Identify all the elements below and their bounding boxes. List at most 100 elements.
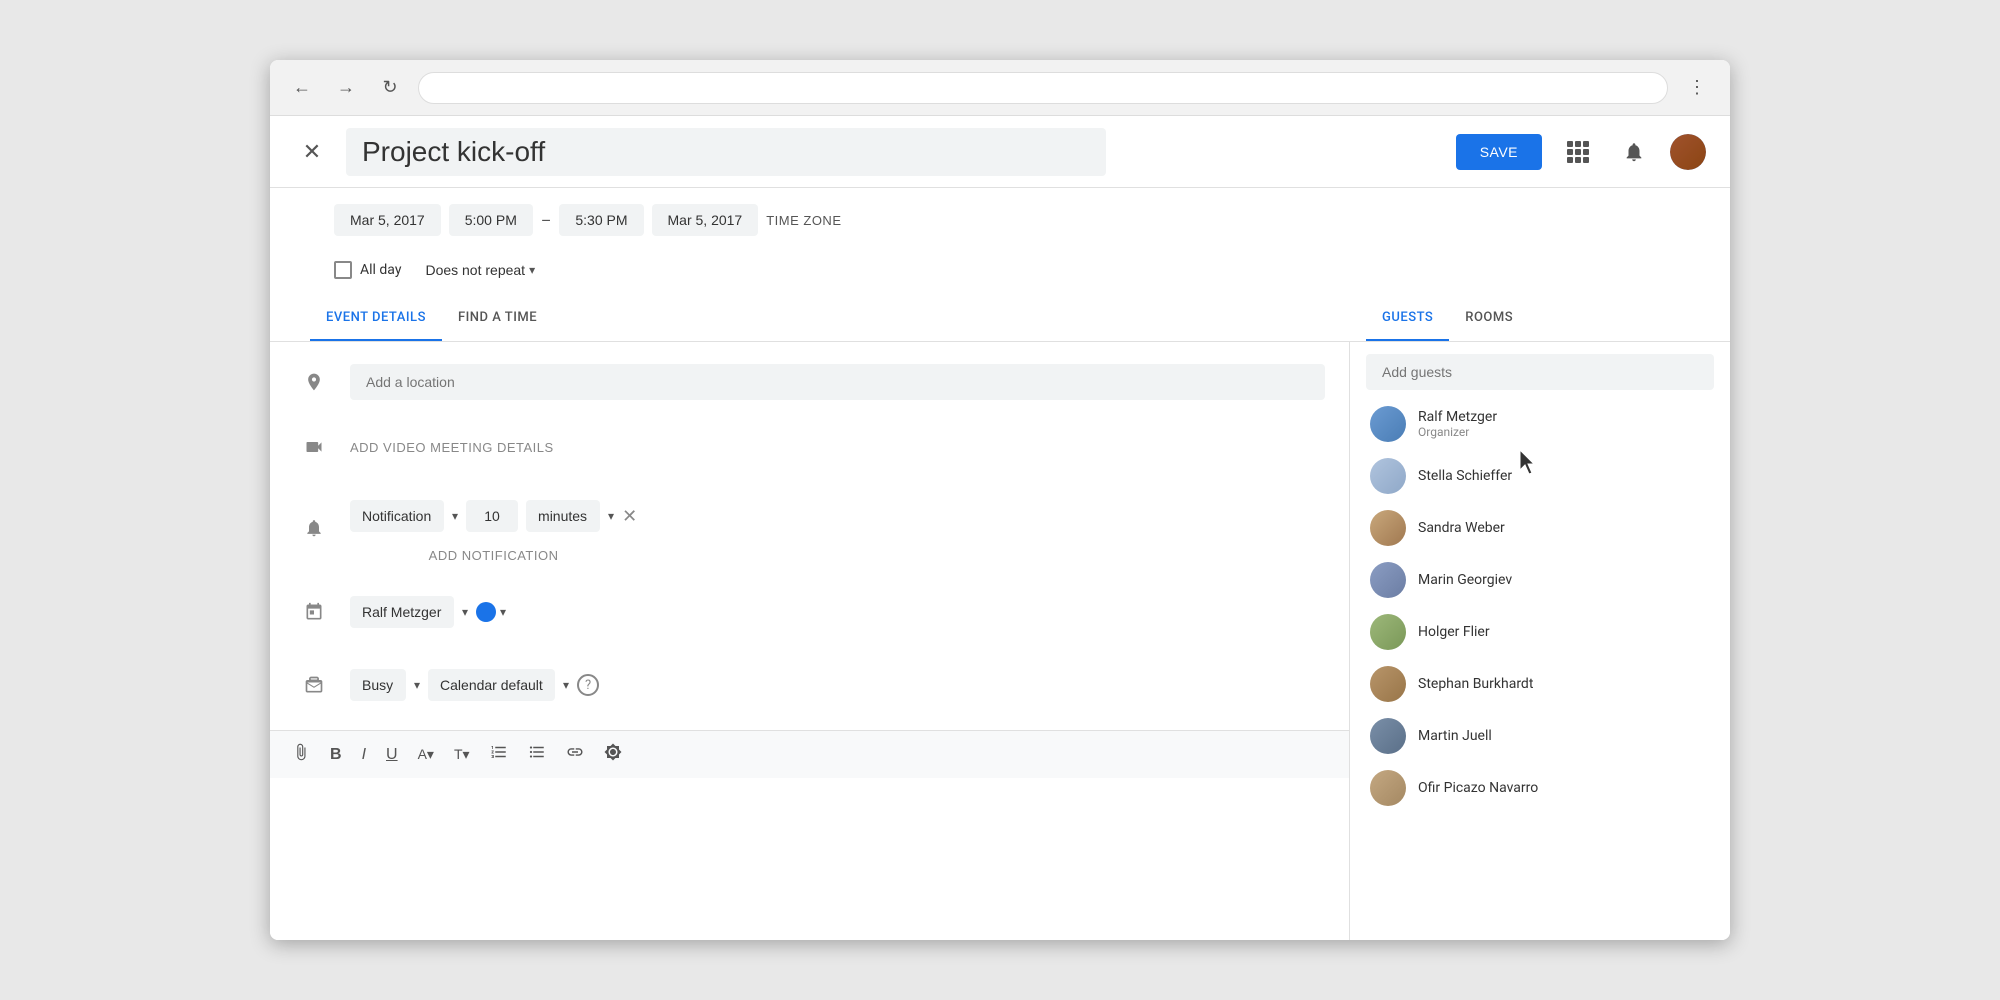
date-time-row: Mar 5, 2017 5:00 PM – 5:30 PM Mar 5, 201… [270, 188, 1730, 252]
status-row: Busy Free ▾ Calendar default Public Priv… [294, 649, 1325, 722]
status-select[interactable]: Busy Free [350, 669, 406, 701]
guest-avatar-ralf [1370, 406, 1406, 442]
left-panel: ADD VIDEO MEETING DETAILS [270, 342, 1350, 940]
start-time-button[interactable]: 5:00 PM [449, 204, 533, 236]
help-icon[interactable]: ? [577, 674, 599, 696]
guest-info-holger: Holger Flier [1418, 624, 1710, 640]
app-content: ✕ SAVE [270, 116, 1730, 940]
guest-info-ralf: Ralf Metzger Organizer [1418, 409, 1710, 439]
guest-avatar-stella [1370, 458, 1406, 494]
calendar-color-dot [476, 602, 496, 622]
app-header: ✕ SAVE [270, 116, 1730, 188]
left-tabs: EVENT DETAILS FIND A TIME [270, 296, 1350, 341]
guest-item-martin: Martin Juell [1366, 710, 1714, 762]
guest-item-stephan: Stephan Burkhardt [1366, 658, 1714, 710]
avatar-image [1670, 134, 1706, 170]
bell-icon [1623, 141, 1645, 163]
calendar-icon [294, 592, 334, 632]
start-date-button[interactable]: Mar 5, 2017 [334, 204, 441, 236]
notifications-button[interactable] [1614, 132, 1654, 172]
calendar-owner-chevron: ▾ [462, 605, 468, 619]
allday-checkbox[interactable] [334, 261, 352, 279]
guest-name-stella: Stella Schieffer [1418, 468, 1710, 484]
calendar-selector: Ralf Metzger ▾ ▾ [350, 588, 506, 636]
end-time-button[interactable]: 5:30 PM [559, 204, 643, 236]
notification-row-inner: Notification Email ▾ minutes hours days [350, 492, 637, 540]
link-button[interactable] [560, 739, 590, 770]
video-icon [294, 427, 334, 467]
remove-notification-button[interactable]: ✕ [622, 506, 637, 527]
back-button[interactable]: ← [286, 72, 318, 104]
grid-icon [1567, 141, 1589, 163]
guest-name-martin: Martin Juell [1418, 728, 1710, 744]
guest-item-ofir: Ofir Picazo Navarro [1366, 762, 1714, 814]
bold-button[interactable]: B [324, 742, 348, 768]
tab-rooms[interactable]: ROOMS [1449, 296, 1529, 341]
add-notification-button[interactable]: ADD NOTIFICATION [350, 548, 637, 563]
end-date-button[interactable]: Mar 5, 2017 [652, 204, 759, 236]
reload-button[interactable]: ↻ [374, 72, 406, 104]
address-bar[interactable] [418, 72, 1668, 104]
browser-toolbar: ← → ↻ ⋮ [270, 60, 1730, 116]
guest-avatar-marin [1370, 562, 1406, 598]
allday-checkbox-label[interactable]: All day [334, 261, 401, 279]
guest-role-ralf: Organizer [1418, 425, 1710, 439]
notification-type-select[interactable]: Notification Email [350, 500, 444, 532]
tab-find-time[interactable]: FIND A TIME [442, 296, 553, 341]
guest-name-stephan: Stephan Burkhardt [1418, 676, 1710, 692]
browser-menu-button[interactable]: ⋮ [1680, 73, 1714, 102]
guest-name-holger: Holger Flier [1418, 624, 1710, 640]
text-format-button[interactable]: T▾ [448, 742, 476, 767]
attach-button[interactable] [286, 739, 316, 770]
user-avatar[interactable] [1670, 134, 1706, 170]
location-icon [294, 362, 334, 402]
add-video-button[interactable]: ADD VIDEO MEETING DETAILS [350, 440, 554, 455]
guest-name-ralf: Ralf Metzger [1418, 409, 1710, 425]
guest-info-ofir: Ofir Picazo Navarro [1418, 780, 1710, 796]
allday-repeat-row: All day Does not repeat ▾ [270, 252, 1730, 296]
add-guests-input[interactable] [1366, 354, 1714, 390]
bell-row-icon [294, 508, 334, 548]
timezone-button[interactable]: TIME ZONE [766, 213, 841, 228]
calendar-owner-select[interactable]: Ralf Metzger [350, 596, 454, 628]
visibility-select[interactable]: Calendar default Public Private [428, 669, 555, 701]
location-row [294, 350, 1325, 415]
underline-button[interactable]: U [380, 742, 404, 768]
guest-info-stella: Stella Schieffer [1418, 468, 1710, 484]
notification-unit-select[interactable]: minutes hours days [526, 500, 600, 532]
text-color-button[interactable]: A▾ [412, 742, 440, 767]
notif-type-chevron: ▾ [452, 509, 458, 523]
guest-name-marin: Marin Georgiev [1418, 572, 1710, 588]
guest-item-sandra: Sandra Weber [1366, 502, 1714, 554]
briefcase-icon [294, 665, 334, 705]
guest-avatar-sandra [1370, 510, 1406, 546]
clear-format-button[interactable] [598, 739, 628, 770]
guest-info-stephan: Stephan Burkhardt [1418, 676, 1710, 692]
guest-info-sandra: Sandra Weber [1418, 520, 1710, 536]
event-title-input[interactable] [346, 128, 1106, 176]
description-toolbar: B I U A▾ T▾ [270, 730, 1349, 778]
notification-value-input[interactable] [466, 500, 518, 532]
ul-icon [528, 743, 546, 761]
forward-button[interactable]: → [330, 72, 362, 104]
notification-row: Notification Email ▾ minutes hours days [294, 480, 1325, 576]
ordered-list-button[interactable] [484, 739, 514, 770]
clear-icon [604, 743, 622, 761]
location-input[interactable] [350, 364, 1325, 400]
unordered-list-button[interactable] [522, 739, 552, 770]
guest-info-marin: Marin Georgiev [1418, 572, 1710, 588]
status-chevron: ▾ [414, 678, 420, 692]
tab-event-details[interactable]: EVENT DETAILS [310, 296, 442, 341]
guest-avatar-holger [1370, 614, 1406, 650]
guest-name-sandra: Sandra Weber [1418, 520, 1710, 536]
close-button[interactable]: ✕ [294, 134, 330, 170]
tab-guests[interactable]: GUESTS [1366, 296, 1449, 341]
italic-button[interactable]: I [356, 742, 372, 768]
repeat-dropdown[interactable]: Does not repeat ▾ [417, 256, 543, 284]
apps-button[interactable] [1558, 132, 1598, 172]
guest-info-martin: Martin Juell [1418, 728, 1710, 744]
calendar-color-button[interactable]: ▾ [476, 602, 506, 622]
notif-unit-chevron: ▾ [608, 509, 614, 523]
save-button[interactable]: SAVE [1456, 134, 1542, 170]
guest-item-stella: Stella Schieffer [1366, 450, 1714, 502]
